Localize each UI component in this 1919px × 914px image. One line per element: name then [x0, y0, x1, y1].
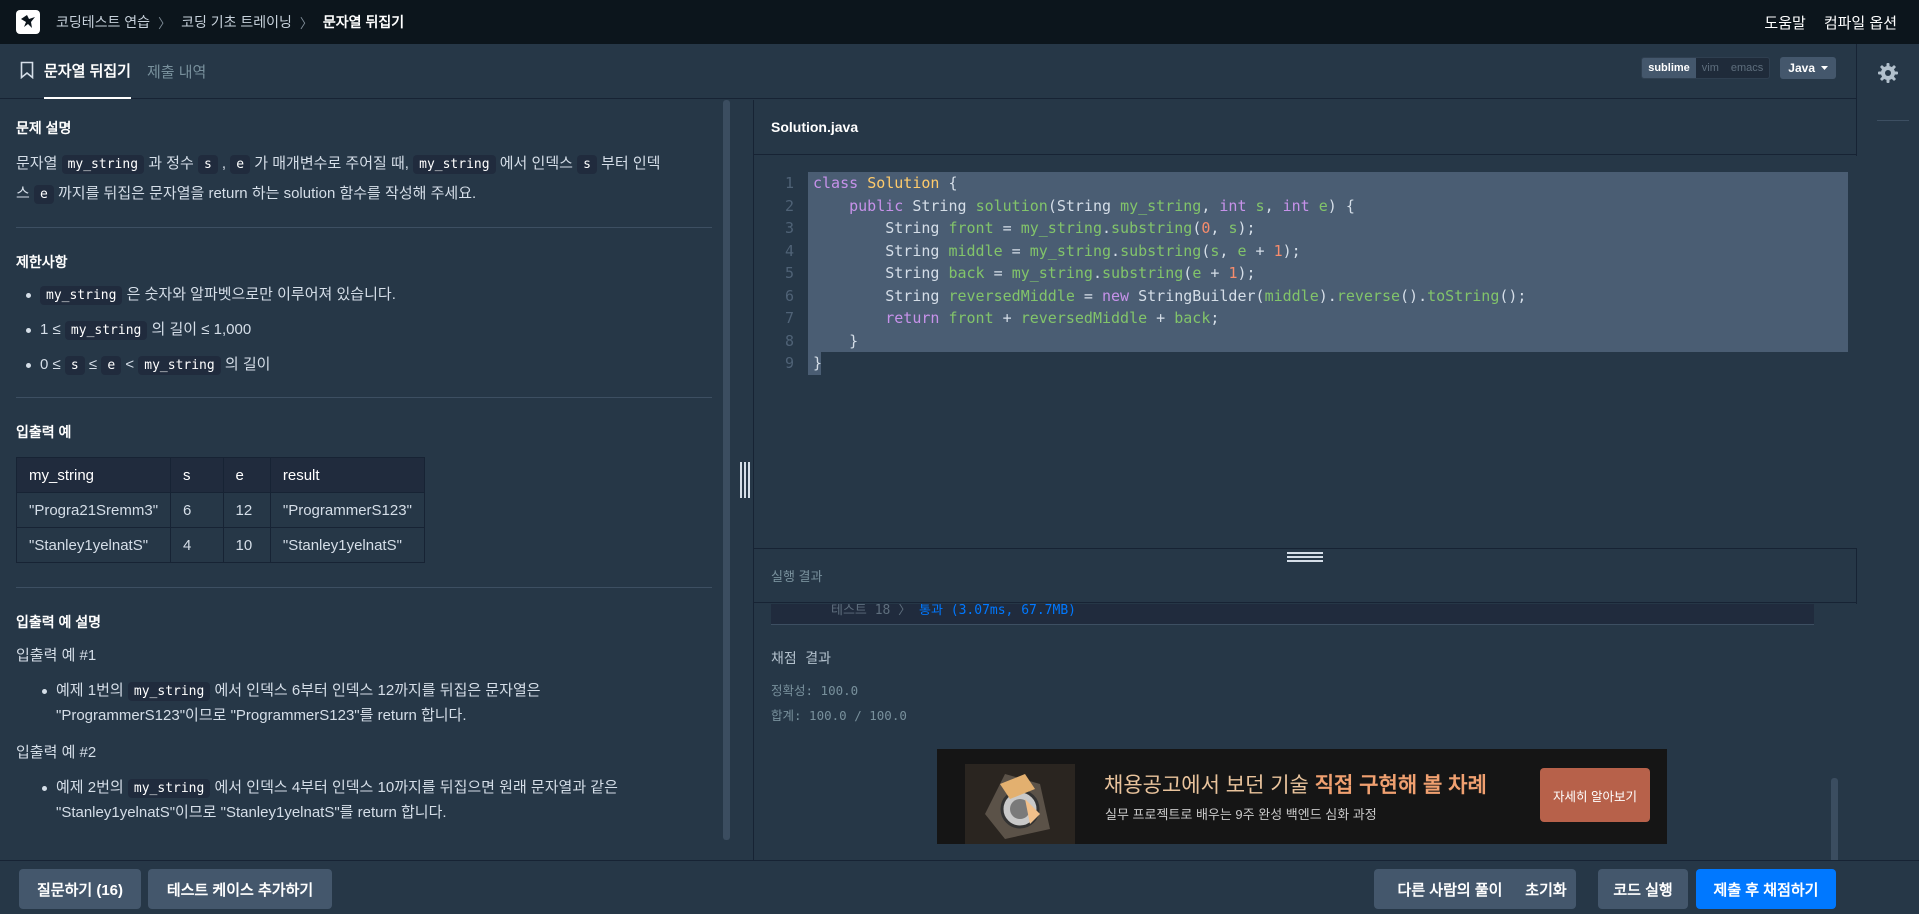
bottom-action-bar: 질문하기 (16) 테스트 케이스 추가하기 다른 사람의 풀이 초기화 코드 … [0, 860, 1919, 914]
example-1-list: 예제 1번의 my_string 에서 인덱스 6부터 인덱스 12까지를 뒤집… [0, 679, 728, 728]
chevron-right-icon: 〉 [299, 15, 313, 31]
add-testcase-button[interactable]: 테스트 케이스 추가하기 [148, 869, 332, 909]
table-header: e [222, 457, 271, 493]
help-link[interactable]: 도움말 [1764, 12, 1805, 33]
io-explain-title: 입출력 예 설명 [16, 614, 102, 630]
table-header: s [170, 457, 224, 493]
mode-emacs[interactable]: emacs [1725, 58, 1769, 78]
banner-headline: 채용공고에서 보던 기술 직접 구현해 볼 차례 [1104, 774, 1487, 797]
table-cell: "ProgrammerS123" [269, 492, 425, 528]
banner-cta-button[interactable]: 자세히 알아보기 [1540, 768, 1650, 822]
bookmark-icon[interactable] [20, 61, 34, 82]
result-title: 실행 결과 [754, 548, 1857, 603]
result-panel: 테스트 18 〉 통과 (3.07ms, 67.7MB) 채점 결과 정확성: … [754, 604, 1857, 860]
divider [1877, 120, 1909, 121]
language-label: Java [1788, 61, 1815, 75]
tab-problem[interactable]: 문자열 뒤집기 [44, 44, 131, 99]
accuracy-text: 정확성: 100.0 [771, 683, 859, 698]
problem-panel: 문제 설명 문자열 my_string 과 정수 s , e 가 매개변수로 주… [0, 100, 728, 860]
table-cell: "Stanley1yelnatS" [15, 527, 172, 563]
mode-sublime[interactable]: sublime [1642, 58, 1696, 78]
table-row: "Progra21Sremm3" 6 12 "ProgrammerS123" [15, 492, 425, 528]
table-header: result [269, 457, 425, 493]
table-cell: 12 [222, 492, 271, 528]
constraints-list: my_string 은 숫자와 알파벳으로만 이루어져 있습니다. 1 ≤ my… [0, 278, 712, 383]
code-editor[interactable]: 1 class Solution { 2 public String soluti… [754, 156, 1857, 548]
programmers-logo-icon[interactable] [16, 10, 40, 34]
chevron-right-icon: 〉 [158, 15, 172, 31]
top-nav: 코딩테스트 연습 〉 코딩 기초 트레이닝 〉 문자열 뒤집기 도움말 컴파일 … [0, 0, 1919, 44]
table-cell: 6 [170, 492, 224, 528]
table-cell: "Progra21Sremm3" [15, 492, 172, 528]
table-cell: 4 [170, 527, 224, 563]
breadcrumb-basic-training[interactable]: 코딩 기초 트레이닝 [181, 12, 292, 32]
example-1-title: 입출력 예 #1 [16, 647, 97, 664]
constraints-title: 제한사항 [16, 254, 68, 270]
example-2-title: 입출력 예 #2 [16, 744, 97, 761]
io-example-title: 입출력 예 [16, 424, 72, 440]
example-2-list: 예제 2번의 my_string 에서 인덱스 4부터 인덱스 10까지를 뒤집… [0, 776, 728, 825]
language-select[interactable]: Java [1780, 57, 1836, 79]
editor-mode-controls: sublime vim emacs Java [1641, 57, 1836, 79]
others-solutions-button[interactable]: 다른 사람의 풀이 [1374, 869, 1526, 909]
file-name: Solution.java [754, 100, 1856, 155]
list-item: 예제 2번의 my_string 에서 인덱스 4부터 인덱스 10까지를 뒤집… [42, 776, 728, 825]
table-header: my_string [15, 457, 172, 493]
problem-scrollbar[interactable] [723, 100, 730, 840]
settings-column [1856, 44, 1919, 914]
question-button[interactable]: 질문하기 (16) [19, 869, 141, 909]
breadcrumb-current: 문자열 뒤집기 [322, 14, 405, 30]
test-result-row: 테스트 18 〉 통과 (3.07ms, 67.7MB) [771, 604, 1814, 625]
reset-button[interactable]: 초기화 [1516, 869, 1576, 909]
test-pass-text: 통과 (3.07ms, 67.7MB) [919, 604, 1076, 618]
caret-down-icon [1821, 66, 1828, 70]
list-item: my_string 은 숫자와 알파벳으로만 이루어져 있습니다. [26, 278, 712, 313]
table-row: "Stanley1yelnatS" 4 10 "Stanley1yelnatS" [15, 527, 425, 563]
run-code-button[interactable]: 코드 실행 [1598, 869, 1688, 909]
panel-resize-handle[interactable] [740, 462, 750, 498]
result-scrollbar[interactable] [1831, 778, 1838, 860]
editor-panel: Solution.java 1 class Solution { 2 public… [753, 100, 1857, 860]
description-text: 문자열 my_string 과 정수 s , e 가 매개변수로 주어질 때, … [16, 155, 661, 204]
description-title: 문제 설명 [16, 120, 72, 136]
total-score-text: 합계: 100.0 / 100.0 [771, 708, 907, 723]
list-item: 예제 1번의 my_string 에서 인덱스 6부터 인덱스 12까지를 뒤집… [42, 679, 728, 728]
gear-icon[interactable] [1877, 62, 1899, 87]
ad-banner[interactable]: 채용공고에서 보던 기술 직접 구현해 볼 차례 실무 프로젝트로 배우는 9주… [937, 749, 1667, 844]
table-cell: "Stanley1yelnatS" [269, 527, 425, 563]
breadcrumb-coding-test[interactable]: 코딩테스트 연습 [56, 12, 150, 32]
list-item: 1 ≤ my_string 의 길이 ≤ 1,000 [26, 313, 712, 348]
io-example-table: my_string s e result "Progra21Sremm3" 6 … [15, 457, 425, 563]
tab-submissions[interactable]: 제출 내역 [147, 44, 206, 99]
mode-vim[interactable]: vim [1696, 58, 1725, 78]
grade-title: 채점 결과 [771, 651, 831, 667]
table-cell: 10 [222, 527, 271, 563]
compile-options-link[interactable]: 컴파일 옵션 [1824, 12, 1897, 33]
banner-illustration-icon [965, 764, 1075, 844]
tab-bar: 문자열 뒤집기 제출 내역 sublime vim emacs Java [0, 44, 1856, 99]
table-header-row: my_string s e result [15, 457, 425, 493]
banner-subtext: 실무 프로젝트로 배우는 9주 완성 백엔드 심화 과정 [1105, 807, 1377, 822]
list-item: 0 ≤ s ≤ e < my_string 의 길이 [26, 348, 712, 383]
keymap-switch: sublime vim emacs [1641, 57, 1771, 79]
submit-button[interactable]: 제출 후 채점하기 [1696, 869, 1836, 909]
